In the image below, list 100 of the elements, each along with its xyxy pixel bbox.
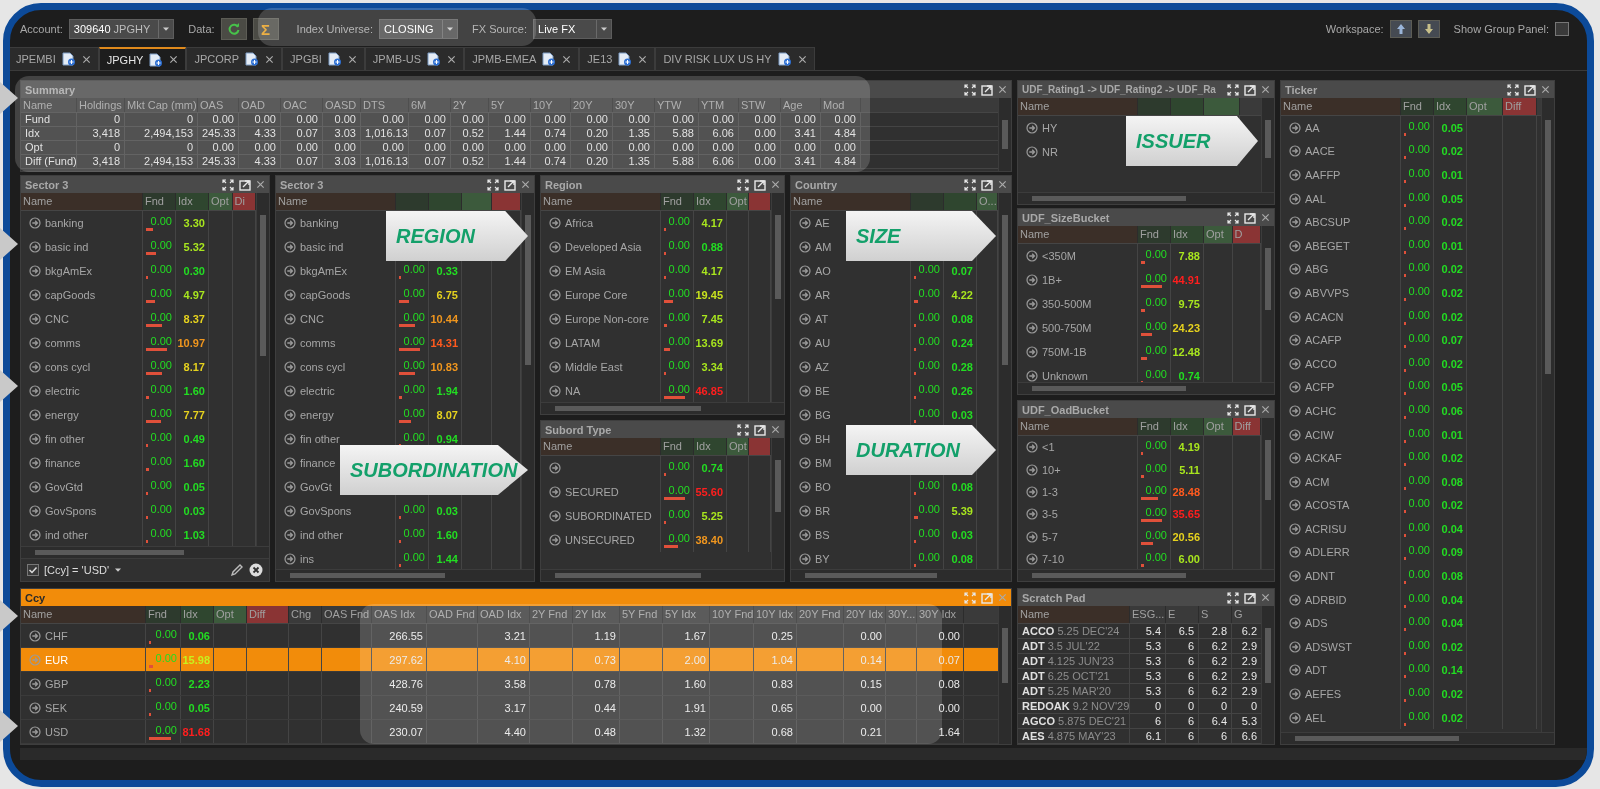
drill-down-icon[interactable] xyxy=(549,534,561,546)
row-label[interactable]: <350M xyxy=(1042,250,1076,262)
row-label[interactable]: NR xyxy=(1042,146,1058,158)
maximize-icon[interactable] xyxy=(1227,211,1239,224)
drill-down-icon[interactable] xyxy=(1289,522,1301,535)
column-header[interactable]: OAC xyxy=(281,98,323,112)
close-icon[interactable] xyxy=(81,54,91,64)
column-header[interactable]: 20Y Idx xyxy=(844,606,886,623)
drill-down-icon[interactable] xyxy=(284,217,296,229)
pop-out-icon[interactable] xyxy=(1244,403,1256,416)
drill-down-icon[interactable] xyxy=(1289,452,1301,465)
drill-down-icon[interactable] xyxy=(1289,216,1301,229)
row-label[interactable]: BH xyxy=(815,433,831,445)
drill-down-icon[interactable] xyxy=(29,217,41,229)
drill-down-icon[interactable] xyxy=(284,529,296,541)
tab-label[interactable]: JPGHY xyxy=(106,53,144,66)
drill-down-icon[interactable] xyxy=(284,505,296,517)
row-label[interactable]: ABG xyxy=(1305,263,1329,276)
drill-down-icon[interactable] xyxy=(1026,322,1038,334)
column-header[interactable]: Opt xyxy=(1467,98,1503,115)
drill-down-icon[interactable] xyxy=(799,553,811,565)
drill-down-icon[interactable] xyxy=(799,289,811,301)
row-label[interactable]: BY xyxy=(815,553,830,565)
column-header[interactable]: Idx xyxy=(1434,98,1467,115)
drill-down-icon[interactable] xyxy=(29,677,41,690)
close-icon[interactable] xyxy=(256,180,265,189)
drill-down-icon[interactable] xyxy=(549,241,561,253)
drill-down-icon[interactable] xyxy=(1289,404,1301,417)
column-header[interactable]: Name xyxy=(1281,98,1401,115)
column-header[interactable]: OAD Fnd xyxy=(427,606,478,623)
row-label[interactable]: 750M-1B xyxy=(1042,346,1087,358)
maximize-icon[interactable] xyxy=(964,178,976,191)
drill-down-icon[interactable] xyxy=(1289,357,1301,370)
column-header[interactable]: Opt xyxy=(209,193,233,210)
column-header[interactable]: ESG... xyxy=(1130,606,1166,623)
column-header[interactable]: 10Y xyxy=(531,98,571,112)
account-dropdown[interactable]: 309640 JPGHY xyxy=(68,19,175,39)
tab-label[interactable]: JPMB-US xyxy=(372,53,422,65)
row-label[interactable]: CNC xyxy=(45,313,69,325)
row-label[interactable]: comms xyxy=(45,337,81,349)
close-icon[interactable] xyxy=(1261,405,1270,414)
close-icon[interactable] xyxy=(998,85,1007,94)
row-label[interactable]: ACM xyxy=(1305,475,1330,488)
column-header[interactable]: YTM xyxy=(699,98,739,112)
column-header[interactable]: 2Y Idx xyxy=(573,606,620,623)
horizontal-scrollbar[interactable] xyxy=(21,546,269,558)
drill-down-icon[interactable] xyxy=(1289,310,1301,323)
close-icon[interactable] xyxy=(1261,593,1270,602)
column-header[interactable]: Idx xyxy=(1171,418,1204,435)
drill-down-icon[interactable] xyxy=(29,385,41,397)
drill-down-icon[interactable] xyxy=(1289,688,1301,701)
column-header[interactable]: YTW xyxy=(655,98,699,112)
drill-down-icon[interactable] xyxy=(549,217,561,229)
workbook-tab[interactable]: JPGBI xyxy=(282,47,365,70)
close-icon[interactable] xyxy=(638,54,648,64)
drill-down-icon[interactable] xyxy=(1289,145,1301,158)
maximize-icon[interactable] xyxy=(737,423,749,436)
column-header[interactable]: Name xyxy=(21,193,143,210)
row-label[interactable]: basic ind xyxy=(45,241,89,253)
row-label[interactable]: AAL xyxy=(1305,192,1326,205)
drill-down-icon[interactable] xyxy=(29,629,41,642)
row-label[interactable]: HY xyxy=(1042,122,1058,134)
document-icon[interactable] xyxy=(427,52,442,66)
show-group-panel-checkbox[interactable] xyxy=(1555,22,1569,36)
column-header[interactable]: Name xyxy=(1018,606,1130,623)
document-icon[interactable] xyxy=(618,52,633,66)
row-label[interactable]: fin other xyxy=(300,433,340,445)
horizontal-scrollbar[interactable] xyxy=(1018,382,1274,394)
row-label[interactable]: 5-7 xyxy=(1042,530,1058,543)
drill-down-icon[interactable] xyxy=(549,313,561,325)
row-label[interactable]: UNSECURED xyxy=(565,534,635,546)
row-label[interactable]: ADLERR xyxy=(1305,546,1350,559)
horizontal-scrollbar[interactable] xyxy=(276,569,534,581)
column-header[interactable]: Fnd xyxy=(143,193,176,210)
column-header[interactable]: OAS Idx xyxy=(372,606,427,623)
close-icon[interactable] xyxy=(265,54,275,64)
drill-down-icon[interactable] xyxy=(799,481,811,493)
drill-down-icon[interactable] xyxy=(1026,463,1038,476)
row-label[interactable]: banking xyxy=(45,217,84,229)
document-icon[interactable] xyxy=(542,52,557,66)
vertical-scrollbar[interactable] xyxy=(1541,98,1554,732)
column-header[interactable]: Opt xyxy=(727,193,749,210)
row-label[interactable]: ABVVPS xyxy=(1305,286,1350,299)
column-header[interactable]: Fnd xyxy=(1138,226,1171,243)
row-label[interactable]: Unknown xyxy=(1042,370,1088,382)
drill-down-icon[interactable] xyxy=(1026,508,1038,521)
row-label[interactable]: ACAFP xyxy=(1305,334,1342,347)
pop-out-icon[interactable] xyxy=(1244,211,1256,224)
column-header[interactable]: Name xyxy=(541,438,661,455)
row-label[interactable]: AT xyxy=(815,313,829,325)
column-header[interactable]: Name xyxy=(21,606,146,623)
drill-down-icon[interactable] xyxy=(1289,593,1301,606)
row-label[interactable]: AEFES xyxy=(1305,688,1342,701)
column-header[interactable]: 5Y Idx xyxy=(663,606,710,623)
drill-down-icon[interactable] xyxy=(549,385,561,397)
row-label[interactable]: cons cycl xyxy=(45,361,91,373)
row-label[interactable]: AO xyxy=(815,265,831,277)
row-label[interactable]: ACRISU xyxy=(1305,522,1347,535)
caret-icon[interactable] xyxy=(114,567,123,573)
download-button[interactable] xyxy=(1417,20,1440,38)
